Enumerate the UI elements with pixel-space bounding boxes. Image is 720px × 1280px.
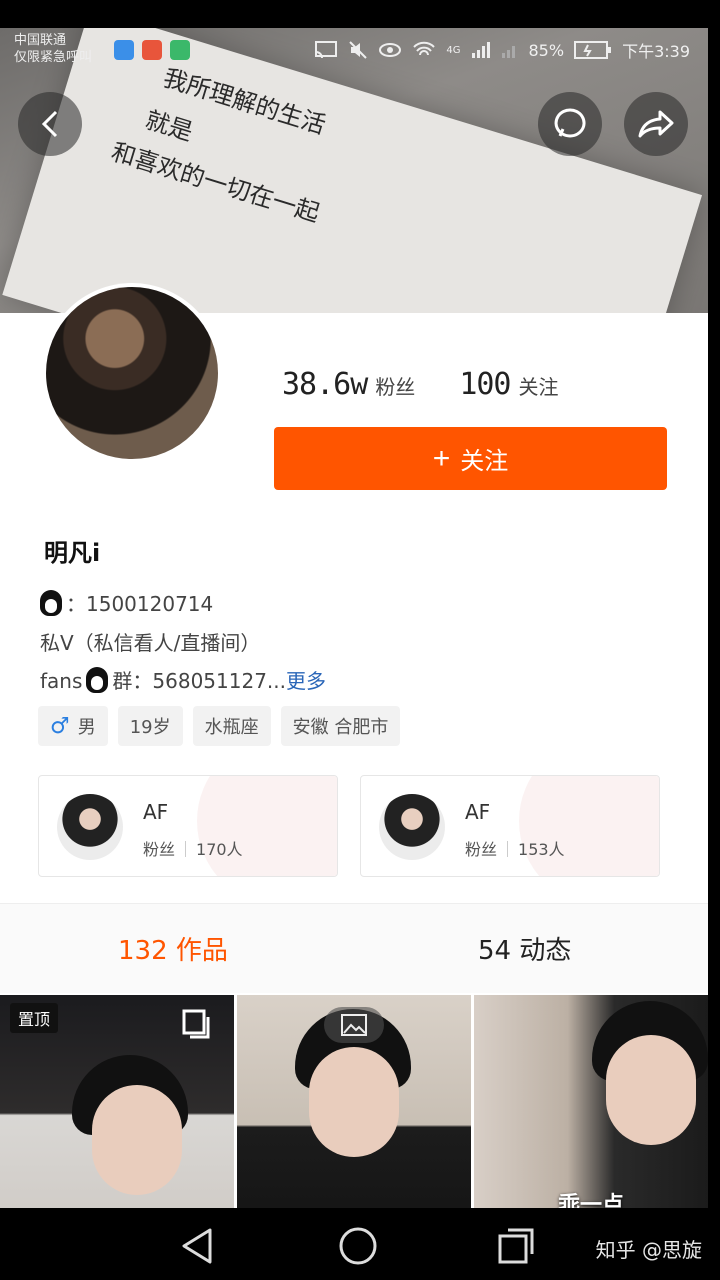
cast-icon bbox=[315, 41, 338, 59]
picture-icon bbox=[341, 1014, 367, 1036]
works-label: 作品 bbox=[175, 936, 228, 966]
qq-line: ：1500120714 bbox=[40, 588, 213, 617]
follow-button-label: 关注 bbox=[460, 448, 509, 475]
fans-label: 粉丝 bbox=[375, 375, 416, 399]
qq-number: ：1500120714 bbox=[66, 592, 214, 616]
more-link[interactable]: 更多 bbox=[286, 669, 326, 693]
pinned-badge: 置顶 bbox=[10, 1003, 59, 1033]
card-fans-count: 170人 bbox=[196, 840, 243, 859]
dynamics-label: 动态 bbox=[519, 936, 572, 966]
app-notification-icon bbox=[142, 40, 162, 60]
fans-group-prefix: fans bbox=[40, 669, 83, 693]
photo-face bbox=[92, 1085, 182, 1195]
work-thumbnail[interactable]: 乖一点 bbox=[474, 995, 708, 1208]
plus-icon: + bbox=[432, 441, 451, 475]
card-decoration bbox=[197, 776, 337, 876]
chat-bubble-icon bbox=[554, 108, 586, 138]
card-divider bbox=[185, 841, 187, 857]
follow-button[interactable]: + 关注 bbox=[274, 427, 667, 490]
message-button[interactable] bbox=[538, 92, 602, 156]
status-bar: 中国联通 仅限紧急呼叫 4G 85% 下午3:39 bbox=[0, 28, 708, 72]
fans-group-line: fans 群：568051127...更多 bbox=[40, 665, 326, 694]
following-count[interactable]: 100 bbox=[459, 367, 511, 402]
card-name: AF bbox=[465, 800, 491, 824]
carrier-status: 仅限紧急呼叫 bbox=[14, 50, 93, 65]
tab-works[interactable]: 132 作品 bbox=[118, 930, 228, 967]
age-tag: 19岁 bbox=[117, 706, 183, 746]
card-decoration bbox=[519, 776, 659, 876]
fan-card[interactable]: AF 粉丝 153人 bbox=[360, 775, 660, 877]
sync-icon bbox=[114, 40, 134, 60]
carrier-info: 中国联通 仅限紧急呼叫 bbox=[14, 32, 92, 66]
battery-percent: 85% bbox=[528, 40, 565, 60]
app-screen: 我所理解的生活 就是 和喜欢的一切在一起 中国联通 仅限紧急呼叫 4G 85% … bbox=[0, 28, 708, 1208]
network-type: 4G bbox=[446, 44, 461, 56]
photo-face bbox=[309, 1047, 399, 1157]
gender-tag: ♂ 男 bbox=[38, 706, 108, 746]
status-right: 4G 85% 下午3:39 bbox=[314, 38, 690, 62]
card-fans-label: 粉丝 bbox=[143, 840, 176, 859]
signal-icon bbox=[471, 42, 490, 58]
multi-image-icon bbox=[182, 1009, 210, 1039]
dm-line: 私V（私信看人/直播间） bbox=[40, 631, 261, 655]
dynamics-count: 54 bbox=[478, 936, 512, 966]
card-avatar bbox=[379, 794, 445, 860]
qq-penguin-icon bbox=[86, 667, 109, 693]
works-count: 132 bbox=[118, 936, 168, 966]
card-fans-count: 153人 bbox=[518, 840, 565, 859]
image-post-icon bbox=[324, 1007, 384, 1043]
share-arrow-icon bbox=[638, 110, 674, 138]
battery-icon bbox=[574, 41, 612, 59]
system-nav-bar: 知乎 @思旋 bbox=[0, 1208, 720, 1280]
fans-group-number: 群：568051127... bbox=[112, 669, 286, 693]
fan-group-cards: AF 粉丝 170人 AF 粉丝 153人 bbox=[38, 775, 660, 877]
card-name: AF bbox=[143, 800, 169, 824]
card-avatar bbox=[57, 794, 123, 860]
nav-home-icon[interactable] bbox=[336, 1224, 380, 1268]
zodiac-tag: 水瓶座 bbox=[192, 706, 271, 746]
share-button[interactable] bbox=[624, 92, 688, 156]
profile-stats: 38.6w 粉丝 100 关注 bbox=[282, 367, 559, 402]
profile-name: 明凡i bbox=[44, 539, 101, 567]
card-fans-label: 粉丝 bbox=[465, 840, 498, 859]
back-button[interactable] bbox=[18, 92, 82, 156]
eye-comfort-icon bbox=[379, 43, 402, 57]
nav-back-icon[interactable] bbox=[176, 1224, 220, 1268]
status-app-icons bbox=[114, 40, 190, 60]
male-icon: ♂ bbox=[50, 713, 70, 739]
nav-recents-icon[interactable] bbox=[494, 1224, 538, 1268]
mute-icon bbox=[349, 41, 368, 59]
work-thumbnail[interactable] bbox=[237, 995, 471, 1208]
clock: 下午3:39 bbox=[622, 42, 690, 61]
fan-card[interactable]: AF 粉丝 170人 bbox=[38, 775, 338, 877]
avatar-image bbox=[46, 287, 218, 459]
thumbnail-caption: 乖一点 bbox=[557, 1193, 625, 1208]
work-thumbnail[interactable]: 置顶 bbox=[0, 995, 234, 1208]
profile-sheet: 38.6w 粉丝 100 关注 + 关注 明凡i ：1500120714 私V（… bbox=[0, 283, 708, 1208]
card-fans: 粉丝 170人 bbox=[143, 836, 243, 860]
signal-2-icon bbox=[501, 46, 515, 58]
fans-count[interactable]: 38.6w bbox=[282, 367, 368, 402]
location-tag: 安徽 合肥市 bbox=[280, 706, 401, 746]
works-grid: 置顶 乖一点 bbox=[0, 995, 708, 1208]
tab-dynamics[interactable]: 54 动态 bbox=[478, 930, 571, 967]
qq-penguin-icon bbox=[40, 590, 62, 616]
content-tabs: 132 作品 54 动态 bbox=[0, 903, 708, 993]
photo-face bbox=[606, 1035, 696, 1145]
chevron-left-icon bbox=[41, 110, 58, 138]
profile-tags: ♂ 男 19岁 水瓶座 安徽 合肥市 bbox=[38, 706, 401, 746]
following-label: 关注 bbox=[518, 375, 559, 399]
wifi-icon bbox=[413, 41, 436, 56]
card-divider bbox=[507, 841, 509, 857]
video-notification-icon bbox=[170, 40, 190, 60]
gender-text: 男 bbox=[77, 717, 96, 738]
watermark: 知乎 @思旋 bbox=[595, 1238, 702, 1262]
cover-image: 我所理解的生活 就是 和喜欢的一切在一起 中国联通 仅限紧急呼叫 4G 85% … bbox=[0, 28, 708, 313]
carrier-name: 中国联通 bbox=[14, 33, 67, 48]
card-fans: 粉丝 153人 bbox=[465, 836, 565, 860]
avatar[interactable] bbox=[42, 283, 222, 463]
